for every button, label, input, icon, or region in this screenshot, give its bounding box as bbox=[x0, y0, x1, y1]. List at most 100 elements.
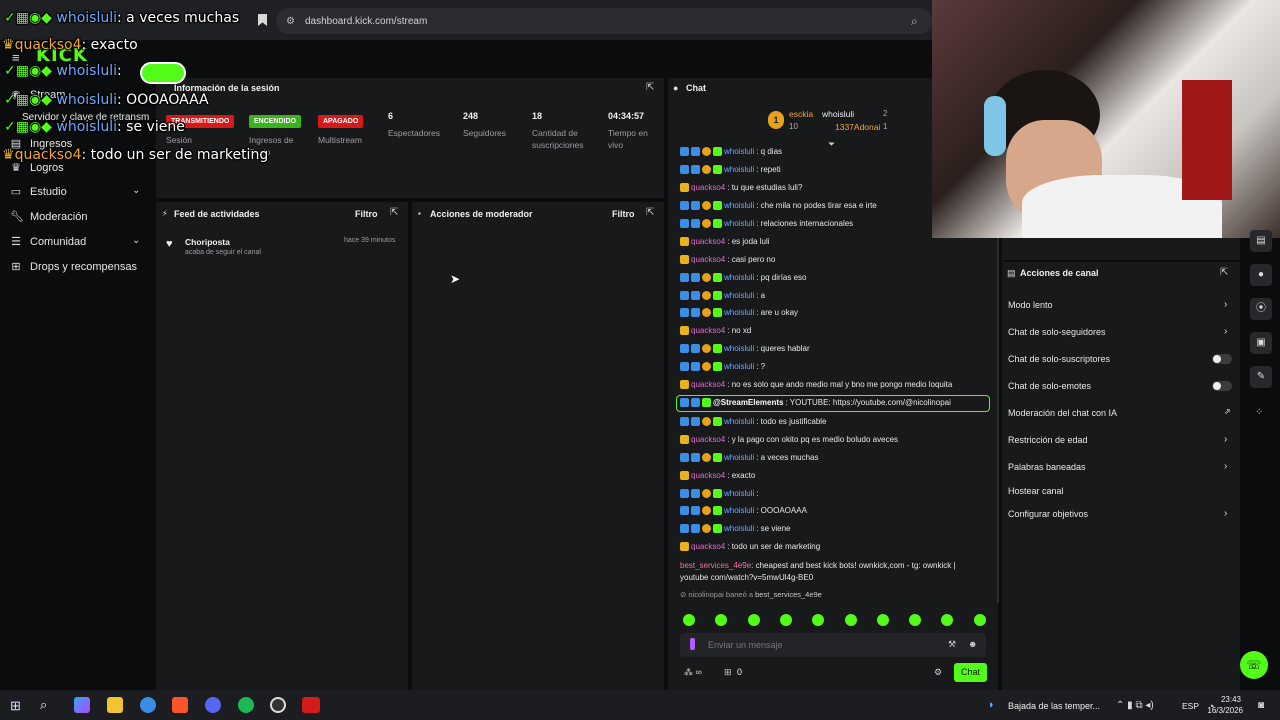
action-slow-mode[interactable]: Modo lento bbox=[1008, 300, 1053, 310]
language-indicator[interactable]: ESP bbox=[1182, 701, 1199, 711]
points-icon[interactable]: ⁂ ∞ bbox=[684, 667, 702, 678]
emotes-only-toggle[interactable] bbox=[1212, 381, 1232, 391]
chat-username[interactable]: whoisluli bbox=[724, 165, 754, 174]
emote-button[interactable] bbox=[844, 614, 857, 626]
mod-filter-button[interactable]: Filtro bbox=[612, 209, 635, 219]
app-icon[interactable] bbox=[302, 697, 320, 713]
clock-time[interactable]: 23:43 bbox=[1213, 695, 1241, 704]
chat-username[interactable]: whoisluli bbox=[724, 147, 754, 156]
collapse-icon[interactable]: ⏷ bbox=[828, 139, 835, 150]
chat-username[interactable]: whoisluli bbox=[724, 219, 754, 228]
send-chat-button[interactable]: Chat bbox=[954, 663, 987, 682]
notification-icon[interactable]: ◙ bbox=[1258, 700, 1264, 711]
url-text[interactable]: dashboard.kick.com/stream bbox=[305, 16, 427, 27]
help-button[interactable]: ☏ bbox=[1240, 651, 1268, 679]
stat-multistream: APAGADO Multistream bbox=[318, 110, 364, 146]
rail-notes-icon[interactable]: ▤ bbox=[1250, 230, 1272, 252]
weather-icon[interactable]: ◗ bbox=[988, 699, 995, 711]
chrome-icon[interactable] bbox=[140, 697, 156, 713]
weather-text[interactable]: Bajada de las temper... bbox=[1008, 701, 1100, 711]
chat-username[interactable]: whoisluli bbox=[724, 291, 754, 300]
subs-only-toggle[interactable] bbox=[1212, 354, 1232, 364]
popout-icon[interactable]: ⇱ bbox=[646, 82, 654, 93]
action-age-restriction[interactable]: Restricción de edad bbox=[1008, 435, 1088, 445]
chat-username[interactable]: quackso4 bbox=[691, 183, 725, 192]
windows-start-icon[interactable]: ⊞ bbox=[10, 698, 21, 714]
chat-message: whoisluli: bbox=[680, 489, 758, 498]
chevron-right-icon[interactable]: › bbox=[1224, 461, 1227, 472]
settings-icon[interactable]: ⚙ bbox=[934, 667, 942, 678]
emote-button[interactable] bbox=[973, 614, 986, 626]
emoji-icon[interactable]: ☻ bbox=[968, 639, 977, 649]
chat-username[interactable]: quackso4 bbox=[691, 435, 725, 444]
activity-icon: ⚡︎ bbox=[162, 209, 168, 218]
action-banned-words[interactable]: Palabras baneadas bbox=[1008, 462, 1086, 472]
chat-username[interactable]: whoisluli bbox=[724, 524, 754, 533]
popout-icon[interactable]: ⇱ bbox=[646, 207, 654, 218]
chevron-right-icon[interactable]: › bbox=[1224, 299, 1227, 310]
action-ai-moderation[interactable]: Moderación del chat con IA bbox=[1008, 408, 1117, 418]
popout-icon[interactable]: ⇱ bbox=[390, 207, 398, 218]
action-followers-only[interactable]: Chat de solo-seguidores bbox=[1008, 327, 1106, 337]
rail-wrench-icon[interactable]: ✎ bbox=[1250, 366, 1272, 388]
feed-filter-button[interactable]: Filtro bbox=[355, 209, 378, 219]
chat-username[interactable]: whoisluli bbox=[724, 308, 754, 317]
sub-badge-icon bbox=[691, 417, 700, 426]
site-settings-icon[interactable]: ⚙ bbox=[286, 16, 295, 27]
sidebar-item-comunidad[interactable]: ☰ Comunidad bbox=[10, 235, 86, 249]
popout-icon[interactable]: ⇱ bbox=[1220, 267, 1228, 278]
chat-username[interactable]: whoisluli bbox=[724, 201, 754, 210]
sidebar-item-estudio[interactable]: ▭ Estudio bbox=[10, 185, 152, 199]
chat-username[interactable]: quackso4 bbox=[691, 326, 725, 335]
search-icon[interactable]: ⌕ bbox=[40, 697, 47, 713]
chat-username[interactable]: whoisluli bbox=[724, 506, 754, 515]
verified-badge-icon bbox=[680, 453, 689, 462]
chevron-right-icon[interactable]: › bbox=[1224, 326, 1227, 337]
action-host-channel[interactable]: Hostear canal bbox=[1008, 486, 1064, 496]
action-goals[interactable]: Configurar objetivos bbox=[1008, 509, 1088, 519]
discord-icon[interactable] bbox=[205, 697, 221, 713]
sidebar-item-moderacion[interactable]: 🔧︎ Moderación bbox=[10, 210, 87, 224]
chat-username[interactable]: whoisluli bbox=[724, 344, 754, 353]
emote-button[interactable] bbox=[909, 614, 922, 626]
gift-icon[interactable]: ⊞ bbox=[724, 667, 732, 678]
gift-badge-icon bbox=[713, 219, 722, 228]
copilot-icon[interactable] bbox=[74, 697, 90, 713]
mic-icon[interactable] bbox=[690, 638, 695, 650]
rail-chat-icon[interactable]: ● bbox=[1250, 264, 1272, 286]
external-link-icon[interactable]: ⇗ bbox=[1224, 407, 1231, 416]
emote-button[interactable] bbox=[747, 614, 760, 626]
spotify-icon[interactable] bbox=[238, 697, 254, 713]
chat-username[interactable]: whoisluli bbox=[724, 273, 754, 282]
chat-username[interactable]: whoisluli bbox=[724, 489, 754, 498]
chat-username[interactable]: whoisluli bbox=[724, 362, 754, 371]
command-icon[interactable]: ⚒ bbox=[948, 639, 956, 650]
chat-username[interactable]: whoisluli bbox=[724, 417, 754, 426]
obs-icon[interactable] bbox=[270, 697, 286, 713]
gift-badge-icon bbox=[713, 417, 722, 426]
chevron-right-icon[interactable]: › bbox=[1224, 508, 1227, 519]
chat-username[interactable]: whoisluli bbox=[724, 453, 754, 462]
file-explorer-icon[interactable] bbox=[107, 697, 123, 713]
emote-button[interactable] bbox=[779, 614, 792, 626]
chat-username[interactable]: quackso4 bbox=[691, 542, 725, 551]
chat-username[interactable]: best_services_4e9e bbox=[680, 561, 751, 570]
tray-icons[interactable]: ⌃ ▮ ⧉ ◂) bbox=[1116, 700, 1154, 711]
emote-button[interactable] bbox=[876, 614, 889, 626]
chat-username[interactable]: quackso4 bbox=[691, 471, 725, 480]
chat-text: : pq dirías eso bbox=[756, 273, 807, 282]
rail-more-icon[interactable]: ⁘ bbox=[1255, 407, 1263, 418]
rail-broadcast-icon[interactable]: ⦿ bbox=[1250, 298, 1272, 320]
rail-save-icon[interactable]: ▣ bbox=[1250, 332, 1272, 354]
emote-button[interactable] bbox=[683, 614, 695, 626]
clock-date[interactable]: 16/3/2026 bbox=[1201, 706, 1243, 715]
zoom-icon[interactable]: ⌕ bbox=[911, 14, 918, 29]
chat-text: : q dias bbox=[756, 147, 783, 156]
chat-input[interactable] bbox=[708, 637, 928, 653]
brave-icon[interactable] bbox=[172, 697, 188, 713]
sidebar-item-drops[interactable]: ⊞ Drops y recompensas bbox=[10, 260, 137, 274]
chat-username[interactable]: quackso4 bbox=[691, 380, 725, 389]
chevron-right-icon[interactable]: › bbox=[1224, 434, 1227, 445]
chat-username[interactable]: quackso4 bbox=[691, 255, 725, 264]
chat-username[interactable]: quackso4 bbox=[691, 237, 725, 246]
